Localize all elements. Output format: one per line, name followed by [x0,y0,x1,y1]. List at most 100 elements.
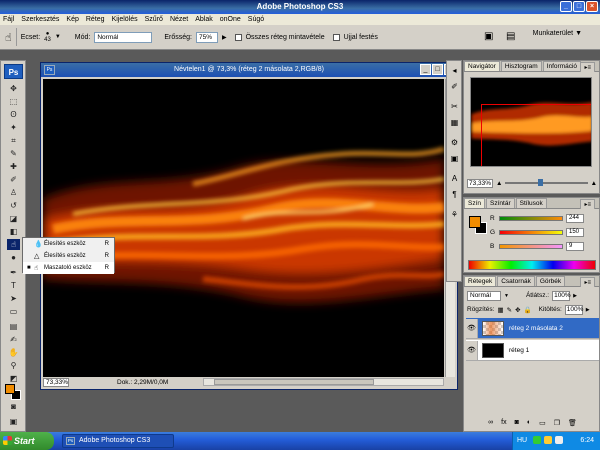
new-layer-icon[interactable]: ❐ [554,419,560,429]
blend-dropdown-icon[interactable]: ▼ [504,293,509,299]
tray-volume-icon[interactable] [555,436,563,444]
type-tool-icon[interactable]: T [7,280,20,291]
mode-select[interactable]: Normál [94,31,153,43]
actions-panel-icon[interactable]: ⚙ [449,137,460,148]
tab-styles[interactable]: Stílusok [515,198,547,208]
minimize-button[interactable]: _ [560,1,572,12]
blue-value[interactable]: 9 [566,241,584,251]
tab-info[interactable]: Információ [542,61,582,71]
brush-dropdown-icon[interactable]: ▼ [55,34,61,40]
panel-menu-icon[interactable]: ▸≡ [580,199,595,209]
file-browser-icon[interactable]: ▣ [484,31,493,42]
eraser-tool-icon[interactable]: ◪ [7,213,20,224]
adjustment-layer-icon[interactable]: ◐ [527,419,531,429]
slice-tool-icon[interactable]: ✎ [7,148,20,159]
strength-input[interactable]: 75% [195,31,218,43]
move-tool-icon[interactable]: ✥ [7,83,20,94]
brush-picker[interactable]: ● 43 [44,31,51,43]
lasso-tool-icon[interactable]: ʘ [7,109,20,120]
tab-swatches[interactable]: Színtár [486,198,515,208]
ps-logo[interactable]: Ps [4,64,23,79]
smudge-tool-preset-icon[interactable]: ☝ [5,31,12,44]
tool-presets-icon[interactable]: ✂ [449,101,460,112]
doc-maximize-button[interactable]: □ [432,64,443,75]
brushes-panel-icon[interactable]: ✐ [449,81,460,92]
menu-help[interactable]: Súgó [248,16,264,23]
character-panel-icon[interactable]: A [449,173,460,184]
fill-input[interactable]: 100% [564,304,583,315]
fill-dropdown-icon[interactable]: ▶ [586,307,590,313]
layer-mask-icon[interactable]: ◙ [515,419,519,429]
doc-size-info[interactable]: Dok.: 2,29M/0,0M [117,379,168,386]
clock[interactable]: 6:24 [580,432,594,450]
zoom-tool-icon[interactable]: ⚲ [7,360,20,371]
magic-wand-icon[interactable]: ✦ [7,122,20,133]
layer-comps-icon[interactable]: ▦ [449,117,460,128]
clone-stamp-icon[interactable]: ♙ [7,187,20,198]
tab-channels[interactable]: Csatornák [497,276,535,286]
menu-onone[interactable]: onOne [220,16,241,23]
opacity-input[interactable]: 100% [552,290,571,301]
strength-dropdown-icon[interactable]: ▶ [222,34,227,41]
new-group-icon[interactable]: ▭ [539,419,546,429]
horizontal-scroll-thumb[interactable] [214,379,374,385]
marquee-tool-icon[interactable]: ⬚ [7,96,20,107]
path-selection-icon[interactable]: ➤ [7,293,20,304]
smudge-tool-icon[interactable]: ☝ [7,239,20,250]
menu-window[interactable]: Ablak [195,16,213,23]
doc-zoom-field[interactable]: 73,33% [43,377,69,387]
navigator-view-box[interactable] [481,104,591,166]
navigator-thumbnail[interactable] [470,77,592,167]
finger-paint-checkbox[interactable] [332,33,340,41]
close-button[interactable]: × [586,1,598,12]
tab-color[interactable]: Szín [464,198,486,208]
foreground-color-swatch[interactable] [5,384,15,394]
paragraph-panel-icon[interactable]: ¶ [449,189,460,200]
pen-tool-icon[interactable]: ✒ [7,267,20,278]
crop-tool-icon[interactable]: ⌗ [7,135,20,146]
healing-brush-icon[interactable]: ✚ [7,161,20,172]
history-brush-icon[interactable]: ↺ [7,200,20,211]
navigator-zoom-field[interactable]: 73,33% [467,178,493,188]
visibility-eye-icon[interactable]: 👁 [466,340,478,360]
taskbar-item-photoshop[interactable]: Ps Adobe Photoshop CS3 [62,434,174,448]
menu-filter[interactable]: Szűrő [145,16,163,23]
green-value[interactable]: 150 [566,227,584,237]
gradient-tool-icon[interactable]: ◧ [7,226,20,237]
horizontal-scrollbar[interactable] [203,378,444,386]
screen-mode-icon[interactable]: ▣ [7,416,20,427]
lock-pixels-icon[interactable]: ✎ [507,306,512,314]
flyout-item-sharpen[interactable]: △ Élesítés eszköz R [23,250,114,262]
panel-menu-icon[interactable]: ▸≡ [580,62,595,72]
layer-row[interactable]: 👁 réteg 1 [466,340,599,361]
red-slider[interactable] [499,215,563,221]
link-layers-icon[interactable]: ∞ [488,419,493,429]
layer-style-icon[interactable]: fx [501,419,506,429]
zoom-out-icon[interactable]: ▲ [496,180,502,187]
eyedropper-tool-icon[interactable]: ✍ [7,334,20,345]
maximize-button[interactable]: □ [573,1,585,12]
bridge-icon[interactable]: ▤ [506,31,515,42]
menu-select[interactable]: Kijelölés [112,16,138,23]
tray-security-icon[interactable] [544,436,552,444]
lock-all-icon[interactable]: 🔒 [524,306,532,314]
quick-mask-icon[interactable]: ◙ [7,401,20,412]
blend-mode-select[interactable]: Normál [467,290,501,301]
flyout-item-blur[interactable]: 💧 Élesítés eszköz R [23,238,114,250]
tray-network-icon[interactable] [533,436,541,444]
green-slider[interactable] [499,229,563,235]
brush-tool-icon[interactable]: ✐ [7,174,20,185]
menu-file[interactable]: Fájl [3,16,14,23]
clone-source-icon[interactable]: ⚘ [449,209,460,220]
panel-menu-icon[interactable]: ▸≡ [580,277,595,287]
zoom-in-icon[interactable]: ▲ [591,180,597,187]
layer-row[interactable]: 👁 réteg 2 másolata 2 [466,318,599,339]
history-panel-icon[interactable]: ▣ [449,153,460,164]
lock-position-icon[interactable]: ✥ [515,306,520,314]
panel-collapse-icon[interactable]: ◂ [449,65,460,76]
language-indicator[interactable]: HU [517,432,527,450]
zoom-slider-knob[interactable] [538,179,544,186]
shape-tool-icon[interactable]: ▭ [7,306,20,317]
sample-all-checkbox[interactable] [234,33,242,41]
blue-slider[interactable] [499,243,563,249]
